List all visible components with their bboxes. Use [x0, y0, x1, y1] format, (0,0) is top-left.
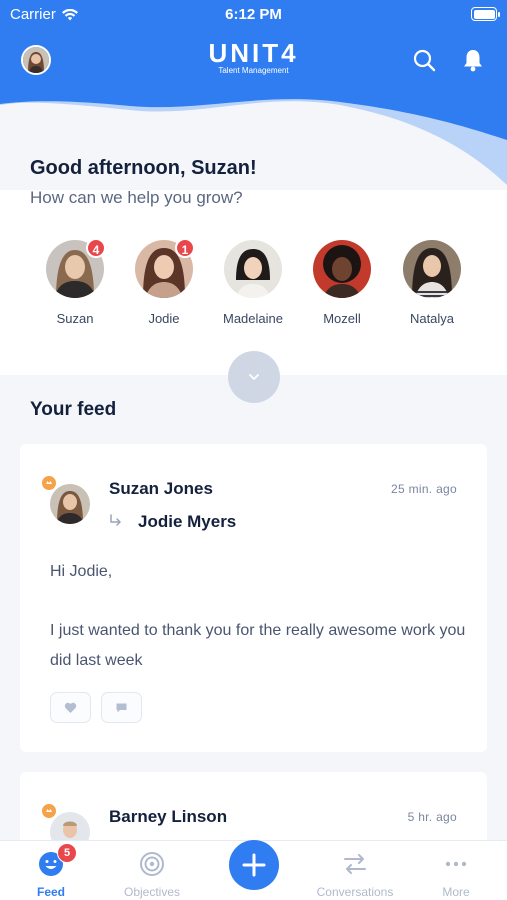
notifications-button[interactable] [459, 46, 487, 74]
feed-post[interactable]: Suzan Jones 25 min. ago Jodie Myers Hi J… [20, 444, 487, 752]
person-mozell[interactable]: Mozell [297, 240, 387, 326]
kudos-icon [40, 802, 58, 820]
post-body: I just wanted to thank you for the reall… [50, 622, 466, 669]
tab-icon-wrap [102, 841, 202, 877]
person-name: Madelaine [223, 311, 283, 326]
tab-objectives[interactable]: Objectives [102, 841, 202, 900]
tab-label: Feed [36, 885, 65, 899]
bell-icon [464, 50, 482, 72]
person-natalya[interactable]: Natalya [387, 240, 477, 326]
feed-badge: 5 [57, 843, 77, 863]
chevron-down-icon [249, 374, 259, 380]
people-carousel: 4 Suzan 1 Jodie Madelaine Mozell Natalya [0, 238, 507, 330]
person-avatar [313, 240, 371, 298]
tab-icon-wrap [305, 841, 405, 877]
like-button[interactable] [50, 692, 91, 723]
more-dots-icon [445, 861, 467, 867]
post-timestamp: 5 hr. ago [407, 810, 457, 824]
tab-feed[interactable]: 5 Feed [1, 841, 101, 900]
person-name: Jodie [148, 311, 180, 326]
top-bar: UNIT4 Talent Management [0, 40, 507, 80]
status-bar: Carrier 6:12 PM [0, 0, 507, 28]
tab-label: Conversations [316, 885, 394, 899]
post-author[interactable]: Barney Linson [109, 807, 227, 827]
tab-label: More [442, 885, 470, 899]
greeting-subtitle: How can we help you grow? [30, 188, 243, 207]
person-madelaine[interactable]: Madelaine [208, 240, 298, 326]
battery-icon [471, 7, 500, 21]
comment-icon [116, 703, 127, 712]
person-name: Mozell [323, 311, 361, 326]
post-message: Hi Jodie, I just wanted to thank you for… [50, 557, 470, 676]
reply-arrow-icon [109, 514, 123, 531]
swap-arrows-icon [344, 854, 366, 874]
person-avatar: 4 [46, 238, 106, 298]
kudos-icon [40, 474, 58, 492]
notification-badge: 4 [86, 238, 106, 258]
search-icon [413, 49, 436, 72]
tab-icon-wrap: 5 [1, 841, 101, 877]
person-avatar [403, 240, 461, 298]
feed-title: Your feed [30, 399, 117, 420]
create-button[interactable] [229, 840, 279, 890]
notification-badge: 1 [175, 238, 195, 258]
greeting-title: Good afternoon, Suzan! [30, 157, 257, 179]
tab-conversations[interactable]: Conversations [305, 841, 405, 900]
tab-icon-wrap [406, 841, 506, 877]
post-greeting-line: Hi Jodie, [50, 563, 113, 580]
heart-icon [64, 702, 77, 713]
tab-more[interactable]: More [406, 841, 506, 900]
avatar [313, 240, 371, 298]
comment-button[interactable] [101, 692, 142, 723]
expand-button[interactable] [228, 351, 280, 403]
avatar [403, 240, 461, 298]
plus-icon [242, 853, 266, 877]
post-author[interactable]: Suzan Jones [109, 479, 213, 499]
post-actions [50, 692, 142, 723]
person-name: Suzan [56, 311, 94, 326]
person-suzan[interactable]: 4 Suzan [30, 238, 120, 326]
avatar [224, 240, 282, 298]
author-avatar-wrap [40, 474, 90, 524]
search-button[interactable] [410, 46, 438, 74]
post-timestamp: 25 min. ago [390, 482, 457, 496]
post-recipient[interactable]: Jodie Myers [138, 512, 236, 532]
clock: 6:12 PM [225, 6, 282, 23]
person-avatar [224, 240, 282, 298]
person-avatar: 1 [135, 238, 195, 298]
person-jodie[interactable]: 1 Jodie [119, 238, 209, 326]
target-icon [140, 852, 164, 876]
tab-label: Objectives [123, 885, 181, 899]
avatar [50, 484, 90, 524]
person-name: Natalya [409, 311, 455, 326]
